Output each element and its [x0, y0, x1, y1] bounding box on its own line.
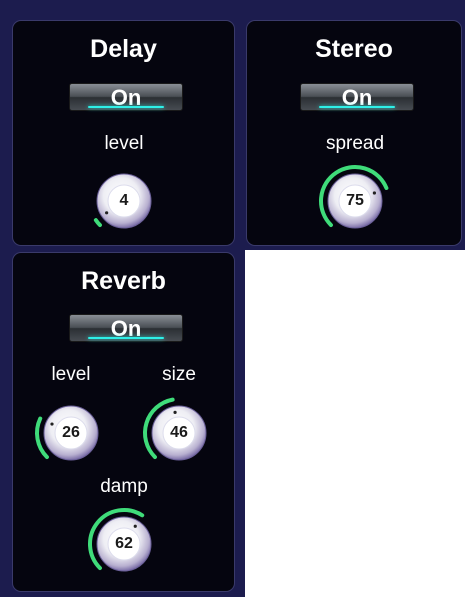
delay-title: Delay	[90, 35, 157, 63]
stereo-spread-label: spread	[325, 133, 385, 154]
reverb-level-knob[interactable]: 26	[33, 395, 109, 471]
reverb-size-label: size	[162, 364, 196, 385]
reverb-panel: Reverb On level 26 size 46 damp 62	[12, 252, 235, 592]
toggle-indicator-light	[88, 337, 164, 339]
reverb-damp-label: damp	[100, 476, 148, 497]
delay-level-value: 4	[119, 192, 129, 209]
reverb-level-value: 26	[62, 424, 80, 441]
reverb-damp-value: 62	[115, 535, 133, 552]
reverb-size-value: 46	[170, 424, 188, 441]
stereo-spread-knob[interactable]: 75	[317, 163, 393, 239]
delay-level-knob[interactable]: 4	[86, 163, 162, 239]
delay-on-toggle[interactable]: On	[69, 83, 183, 111]
delay-panel: Delay On level 4	[12, 20, 235, 246]
reverb-on-toggle[interactable]: On	[69, 314, 183, 342]
toggle-indicator-light	[319, 106, 395, 108]
toggle-indicator-light	[88, 106, 164, 108]
stereo-on-toggle[interactable]: On	[300, 83, 414, 111]
stereo-panel: Stereo On spread 75	[246, 20, 462, 246]
reverb-size-knob[interactable]: 46	[141, 395, 217, 471]
reverb-level-label: level	[51, 364, 91, 385]
stereo-title: Stereo	[315, 35, 393, 63]
reverb-title: Reverb	[81, 267, 166, 295]
stereo-spread-value: 75	[346, 192, 364, 209]
reverb-damp-knob[interactable]: 62	[86, 506, 162, 582]
delay-level-label: level	[104, 133, 144, 154]
